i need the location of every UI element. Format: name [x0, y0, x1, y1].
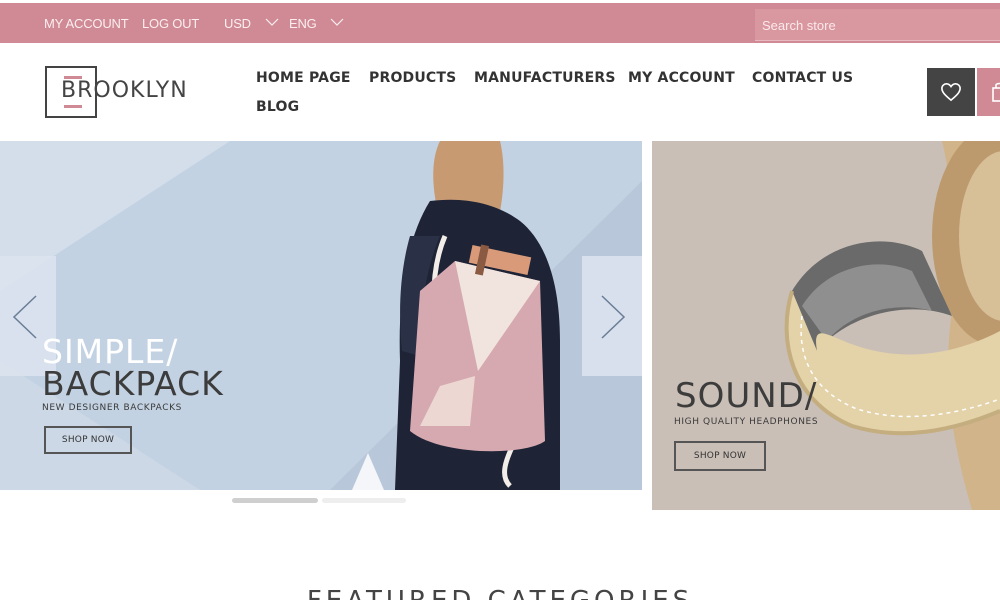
banner-subtitle: HIGH QUALITY HEADPHONES: [674, 417, 819, 427]
nav-manufacturers[interactable]: MANUFACTURERS: [474, 70, 616, 86]
chevron-left-icon: [12, 295, 37, 339]
nav-my-account[interactable]: MY ACCOUNT: [628, 70, 735, 86]
slider-dot-active[interactable]: [232, 498, 318, 503]
side-banner[interactable]: SOUND/ HIGH QUALITY HEADPHONES SHOP NOW: [652, 141, 1000, 510]
logo-accent-bar: [64, 105, 82, 108]
slider-next-button[interactable]: [582, 256, 642, 376]
chevron-down-icon[interactable]: [330, 17, 344, 27]
slide-subtitle: NEW DESIGNER BACKPACKS: [42, 403, 182, 413]
nav-blog[interactable]: BLOG: [256, 99, 299, 115]
nav-products[interactable]: PRODUCTS: [369, 70, 456, 86]
hero-slider: SIMPLE/ BACKPACK NEW DESIGNER BACKPACKS …: [0, 141, 642, 490]
top-bar: MY ACCOUNT LOG OUT USD ENG: [0, 3, 1000, 43]
chevron-right-icon: [601, 295, 626, 339]
nav-home-page[interactable]: HOME PAGE: [256, 70, 351, 86]
cart-button[interactable]: [977, 68, 1000, 116]
nav-contact-us[interactable]: CONTACT US: [752, 70, 853, 86]
banner-shop-now-button[interactable]: SHOP NOW: [674, 441, 766, 471]
banner-title: SOUND/: [675, 376, 818, 416]
currency-select[interactable]: USD: [224, 16, 251, 31]
shopping-bag-icon: [992, 82, 1000, 102]
wishlist-button[interactable]: [927, 68, 975, 116]
language-select[interactable]: ENG: [289, 16, 317, 31]
search-input[interactable]: [762, 15, 992, 35]
site-header: BROOKLYN HOME PAGE PRODUCTS MANUFACTURER…: [0, 43, 1000, 141]
logo-text[interactable]: BROOKLYN: [61, 78, 188, 103]
slide-shop-now-button[interactable]: SHOP NOW: [44, 426, 132, 454]
featured-categories-heading: FEATURED CATEGORIES: [0, 586, 1000, 600]
my-account-link[interactable]: MY ACCOUNT: [44, 16, 129, 31]
log-out-link[interactable]: LOG OUT: [142, 16, 199, 31]
search-box: [755, 9, 1000, 41]
chevron-down-icon[interactable]: [265, 17, 279, 27]
heart-icon: [941, 82, 961, 102]
slider-dot[interactable]: [322, 498, 406, 503]
slide-title-line2: BACKPACK: [42, 364, 224, 403]
